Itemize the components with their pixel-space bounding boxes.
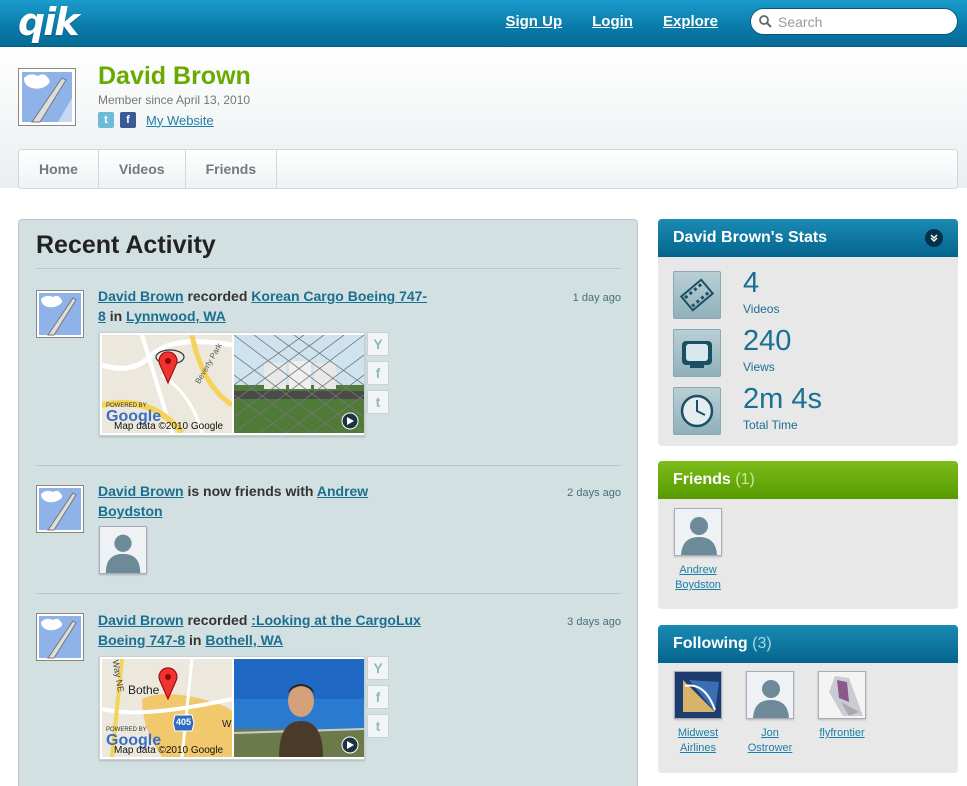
explore-link[interactable]: Explore — [663, 13, 718, 31]
friends-widget: Friends (1) Andrew Boydston — [658, 461, 958, 609]
activity-thumbnails: Beverly Park POWERED BY Google Map data … — [99, 332, 365, 436]
top-nav: Sign Up Login Explore — [505, 13, 718, 31]
login-link[interactable]: Login — [592, 13, 633, 31]
video-thumbnail[interactable] — [234, 659, 364, 757]
activity-time: 3 days ago — [567, 616, 621, 628]
profile-name: David Brown — [98, 62, 251, 90]
following-name-link[interactable]: flyfrontier — [807, 726, 877, 741]
search-input[interactable] — [778, 13, 948, 30]
profile-avatar[interactable] — [18, 68, 76, 126]
divider — [36, 268, 621, 269]
film-icon — [673, 271, 721, 319]
activity-text: David Brown recorded :Looking at the Car… — [98, 612, 421, 648]
stats-header: David Brown's Stats — [658, 219, 958, 257]
video-thumbnail[interactable] — [234, 335, 364, 433]
location-map[interactable]: Bothe 405 W Way NE POWERED BY Google Map… — [102, 659, 232, 757]
friend-avatar[interactable] — [674, 508, 722, 556]
divider — [36, 593, 621, 594]
share-buttons: Y f t — [367, 656, 389, 738]
activity-place-link[interactable]: Lynnwood, WA — [126, 308, 226, 324]
tab-friends[interactable]: Friends — [186, 150, 278, 188]
recent-activity-title: Recent Activity — [36, 231, 216, 259]
activity-user-link[interactable]: David Brown — [98, 483, 184, 499]
friend-avatar[interactable] — [99, 526, 147, 574]
stats-title: David Brown's Stats — [673, 229, 828, 246]
tv-icon — [673, 329, 721, 377]
stat-views: 240 Views — [673, 325, 791, 377]
clock-icon — [673, 387, 721, 435]
following-item[interactable]: Jon Ostrower — [735, 671, 805, 756]
recent-activity-panel: Recent Activity David Brown recorded Kor… — [18, 219, 638, 786]
following-item[interactable]: flyfrontier — [807, 671, 877, 741]
profile-tabs: Home Videos Friends — [18, 149, 958, 189]
following-avatar[interactable] — [818, 671, 866, 719]
signup-link[interactable]: Sign Up — [505, 13, 562, 31]
activity-time: 1 day ago — [572, 292, 621, 304]
chevron-down-icon[interactable] — [925, 229, 943, 247]
stat-total-time: 2m 4s Total Time — [673, 383, 822, 435]
activity-avatar[interactable] — [36, 485, 84, 533]
stats-widget: David Brown's Stats 4 Videos 240 Views 2… — [658, 219, 958, 446]
friend-item[interactable]: Andrew Boydston — [663, 508, 733, 593]
search-icon — [759, 15, 772, 28]
following-header[interactable]: Following (3) — [658, 625, 958, 663]
friend-name-link[interactable]: Andrew Boydston — [663, 563, 733, 593]
qik-share-icon[interactable]: Y — [367, 656, 389, 680]
twitter-share-icon[interactable]: t — [367, 714, 389, 738]
following-title: Following — [673, 635, 748, 652]
facebook-share-icon[interactable]: f — [367, 361, 389, 385]
activity-user-link[interactable]: David Brown — [98, 288, 184, 304]
my-website-link[interactable]: My Website — [146, 113, 214, 128]
activity-time: 2 days ago — [567, 487, 621, 499]
qik-share-icon[interactable]: Y — [367, 332, 389, 356]
stat-videos: 4 Videos — [673, 267, 779, 319]
activity-text: David Brown recorded Korean Cargo Boeing… — [98, 288, 428, 324]
facebook-share-icon[interactable]: f — [367, 685, 389, 709]
friends-header[interactable]: Friends (1) — [658, 461, 958, 499]
share-buttons: Y f t — [367, 332, 389, 414]
friends-title: Friends — [673, 471, 731, 488]
location-map[interactable]: Beverly Park POWERED BY Google Map data … — [102, 335, 232, 433]
activity-avatar[interactable] — [36, 613, 84, 661]
qik-logo[interactable]: qik — [18, 2, 79, 42]
activity-text: David Brown is now friends with Andrew B… — [98, 483, 369, 519]
top-bar: qik Sign Up Login Explore — [0, 0, 967, 47]
tab-home[interactable]: Home — [19, 150, 99, 188]
divider — [36, 465, 621, 466]
search-box[interactable] — [750, 8, 958, 35]
facebook-icon[interactable]: f — [120, 112, 136, 128]
activity-avatar[interactable] — [36, 290, 84, 338]
following-name-link[interactable]: Midwest Airlines — [663, 726, 733, 756]
activity-user-link[interactable]: David Brown — [98, 612, 184, 628]
activity-place-link[interactable]: Bothell, WA — [205, 632, 283, 648]
member-since: Member since April 13, 2010 — [98, 93, 251, 107]
tab-videos[interactable]: Videos — [99, 150, 186, 188]
friends-count: (1) — [735, 471, 755, 488]
following-widget: Following (3) Midwest Airlines Jon Ostrowe… — [658, 625, 958, 773]
following-name-link[interactable]: Jon Ostrower — [735, 726, 805, 756]
social-links: t f My Website — [98, 112, 214, 128]
activity-thumbnails: Bothe 405 W Way NE POWERED BY Google Map… — [99, 656, 365, 760]
following-avatar[interactable] — [746, 671, 794, 719]
twitter-share-icon[interactable]: t — [367, 390, 389, 414]
following-count: (3) — [752, 635, 772, 652]
following-item[interactable]: Midwest Airlines — [663, 671, 733, 756]
twitter-icon[interactable]: t — [98, 112, 114, 128]
following-avatar[interactable] — [674, 671, 722, 719]
